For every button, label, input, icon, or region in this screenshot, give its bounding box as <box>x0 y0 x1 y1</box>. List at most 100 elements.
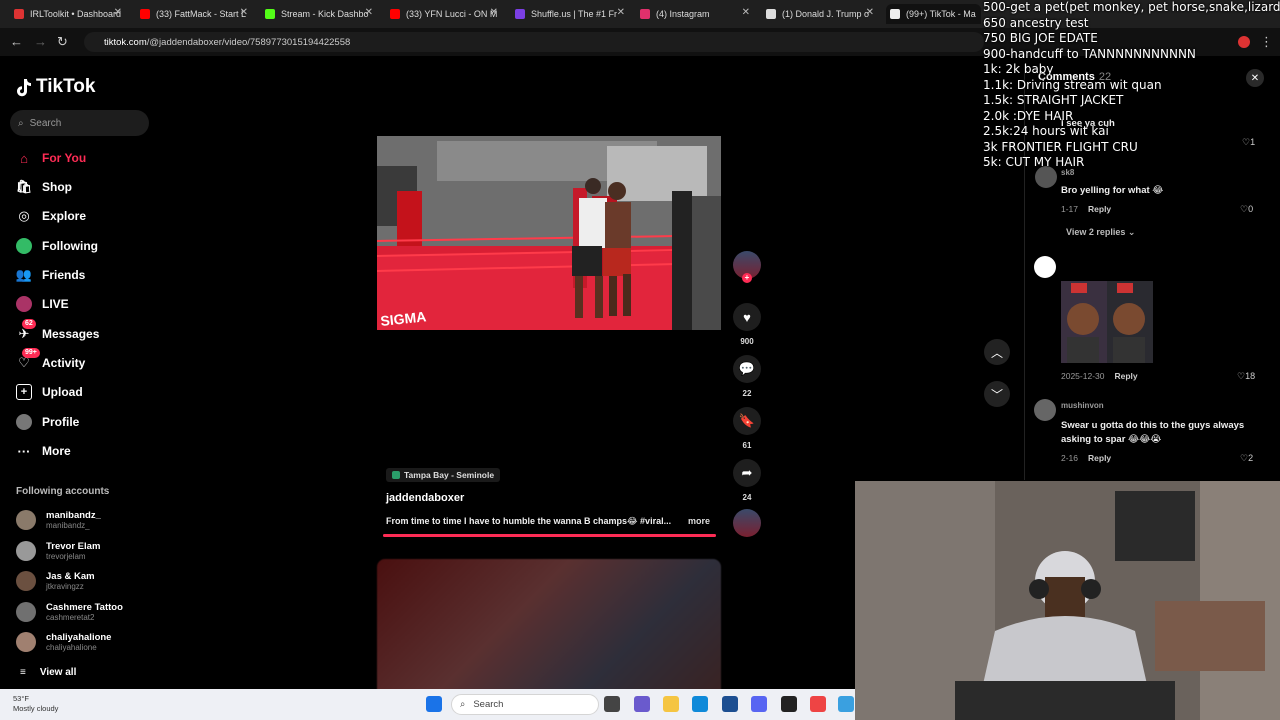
reply-button[interactable]: Reply <box>1088 453 1111 463</box>
close-tab-icon[interactable]: ✕ <box>365 7 373 18</box>
sidebar-item-activity[interactable]: ♡ 99+ Activity <box>16 348 85 374</box>
save-button[interactable]: 🔖 61 <box>733 407 761 450</box>
video-progress-bar[interactable] <box>383 534 716 537</box>
browser-tab[interactable]: (33) FattMack - Start L ✕ <box>140 4 248 24</box>
windows-start-icon[interactable] <box>426 696 442 712</box>
following-account[interactable]: Trevor Elam trevorjelam <box>16 538 100 564</box>
comment-like[interactable]: ♡2 <box>1240 453 1253 464</box>
browser-tab[interactable]: IRLToolkit • Dashboard ✕ <box>14 4 122 24</box>
sidebar-item-shop[interactable]: 🛍 Shop <box>16 176 72 198</box>
view-replies-link[interactable]: View 2 replies ⌄ <box>1066 227 1135 238</box>
friends-icon: 👥 <box>15 267 33 282</box>
comment-username[interactable]: mushinvon <box>1061 401 1104 410</box>
goal-line: 2.0k :DYE HAIR <box>983 108 1074 123</box>
edge-icon[interactable] <box>692 696 708 712</box>
close-tab-icon[interactable]: ✕ <box>742 7 750 18</box>
chevron-down-icon: ﹀ <box>990 387 1003 402</box>
creator-avatar-button[interactable]: + <box>733 251 761 283</box>
comment-like[interactable]: ♡18 <box>1237 371 1255 382</box>
close-tab-icon[interactable]: ✕ <box>866 7 874 18</box>
next-video-preview[interactable] <box>377 559 721 699</box>
reply-button[interactable]: Reply <box>1114 371 1137 381</box>
taskbar-search[interactable]: ⌕ Search <box>451 694 599 715</box>
back-icon[interactable]: ← <box>10 34 23 49</box>
browser-tab[interactable]: Shuffle.us | The #1 Fr ✕ <box>515 4 625 24</box>
discord-icon[interactable] <box>751 696 767 712</box>
share-button[interactable]: ➦ 24 <box>733 459 761 502</box>
sidebar-item-friends[interactable]: 👥 Friends <box>16 264 85 286</box>
heart-outline-icon: ♡ <box>1240 204 1249 214</box>
comment-icon: 💬 <box>733 355 761 383</box>
comment-text: Bro yelling for what 😂 <box>1061 185 1164 196</box>
live-icon <box>16 296 32 312</box>
file-explorer-icon[interactable] <box>663 696 679 712</box>
store-icon[interactable] <box>722 696 738 712</box>
sidebar-item-messages[interactable]: ✈ 62 Messages <box>16 319 99 345</box>
sidebar-item-for-you[interactable]: ⌂ For You <box>16 147 86 169</box>
sidebar-item-explore[interactable]: ◎ Explore <box>16 205 86 227</box>
messages-badge: 62 <box>22 319 36 329</box>
sidebar-item-live[interactable]: LIVE <box>16 293 69 315</box>
app-icon[interactable] <box>838 696 854 712</box>
sidebar-item-more[interactable]: ··· More <box>16 440 71 462</box>
sound-disc-button[interactable] <box>733 509 761 537</box>
next-video-button[interactable]: ﹀ <box>984 381 1010 407</box>
reload-icon[interactable]: ↻ <box>57 34 68 50</box>
browser-tab[interactable]: Stream - Kick Dashbo ✕ <box>265 4 373 24</box>
close-tab-icon[interactable]: ✕ <box>240 7 248 18</box>
commenter-avatar[interactable] <box>1034 399 1056 421</box>
sidebar-item-following[interactable]: Following <box>16 235 98 257</box>
goal-line: 650 ancestry test <box>983 15 1089 30</box>
commenter-avatar[interactable] <box>1034 256 1056 278</box>
following-account[interactable]: Cashmere Tattoo cashmeretat2 <box>16 599 123 625</box>
instagram-icon <box>640 9 650 19</box>
sidebar-item-upload[interactable]: + Upload <box>16 381 83 403</box>
tab-favicon-icon <box>14 9 24 19</box>
location-tag[interactable]: Tampa Bay - Seminole <box>386 468 501 482</box>
previous-video-button[interactable]: ︿ <box>984 339 1010 365</box>
video-player[interactable]: SIGMA <box>377 136 721 330</box>
home-icon: ⌂ <box>20 150 28 166</box>
follow-plus-icon[interactable]: + <box>742 273 752 283</box>
heart-icon: ♥ <box>733 303 761 331</box>
browser-tab[interactable]: (1) Donald J. Trump o ✕ <box>766 4 874 24</box>
comment-button[interactable]: 💬 22 <box>733 355 761 398</box>
reply-button[interactable]: Reply <box>1088 204 1111 214</box>
more-icon: ··· <box>17 443 31 459</box>
search-icon: ⌕ <box>460 699 466 710</box>
close-tab-icon[interactable]: ✕ <box>490 7 498 18</box>
following-account[interactable]: manibandz_ manibandz_ <box>16 507 101 533</box>
browser-tab[interactable]: (33) YFN Lucci - ON M ✕ <box>390 4 498 24</box>
reaction-meme-image <box>1061 281 1153 363</box>
close-tab-icon[interactable]: ✕ <box>114 7 122 18</box>
copilot-icon[interactable] <box>634 696 650 712</box>
sidebar-item-profile[interactable]: Profile <box>16 411 79 433</box>
search-icon: ⌕ <box>18 117 24 129</box>
avatar <box>16 510 36 530</box>
weather-widget[interactable]: 53°F Mostly cloudy <box>13 694 58 714</box>
comment-like[interactable]: ♡0 <box>1240 204 1253 215</box>
caption-more-link[interactable]: more <box>688 516 710 526</box>
goal-line: 500-get a pet(pet monkey, pet horse,snak… <box>983 0 1280 14</box>
chrome-icon[interactable] <box>810 696 826 712</box>
shop-icon: 🛍 <box>15 179 33 194</box>
comment-image[interactable] <box>1061 281 1153 363</box>
forward-icon[interactable]: → <box>34 34 47 49</box>
obs-icon[interactable] <box>781 696 797 712</box>
tiktok-logo[interactable]: TikTok <box>16 76 95 98</box>
like-button[interactable]: ♥ 900 <box>733 303 761 346</box>
browser-tab-active[interactable]: (99+) TikTok - Ma <box>886 4 981 24</box>
avatar <box>16 602 36 622</box>
following-account[interactable]: chaliyahalione chaliyahalione <box>16 629 111 655</box>
activity-icon: ♡ 99+ <box>16 348 40 371</box>
following-account[interactable]: Jas & Kam jtkravingzz <box>16 568 95 594</box>
compass-icon: ◎ <box>18 208 30 223</box>
task-view-icon[interactable] <box>604 696 620 712</box>
close-tab-icon[interactable]: ✕ <box>617 7 625 18</box>
video-author[interactable]: jaddendaboxer <box>386 492 464 504</box>
goal-line: 1.1k: Driving stream wit quan <box>983 77 1162 92</box>
view-all-link[interactable]: ≡ View all <box>20 667 76 678</box>
url-field[interactable]: tiktok.com/@jaddendaboxer/video/75897730… <box>84 32 984 52</box>
search-input[interactable]: ⌕ Search <box>10 110 149 136</box>
browser-tab[interactable]: (4) Instagram ✕ <box>640 4 750 24</box>
